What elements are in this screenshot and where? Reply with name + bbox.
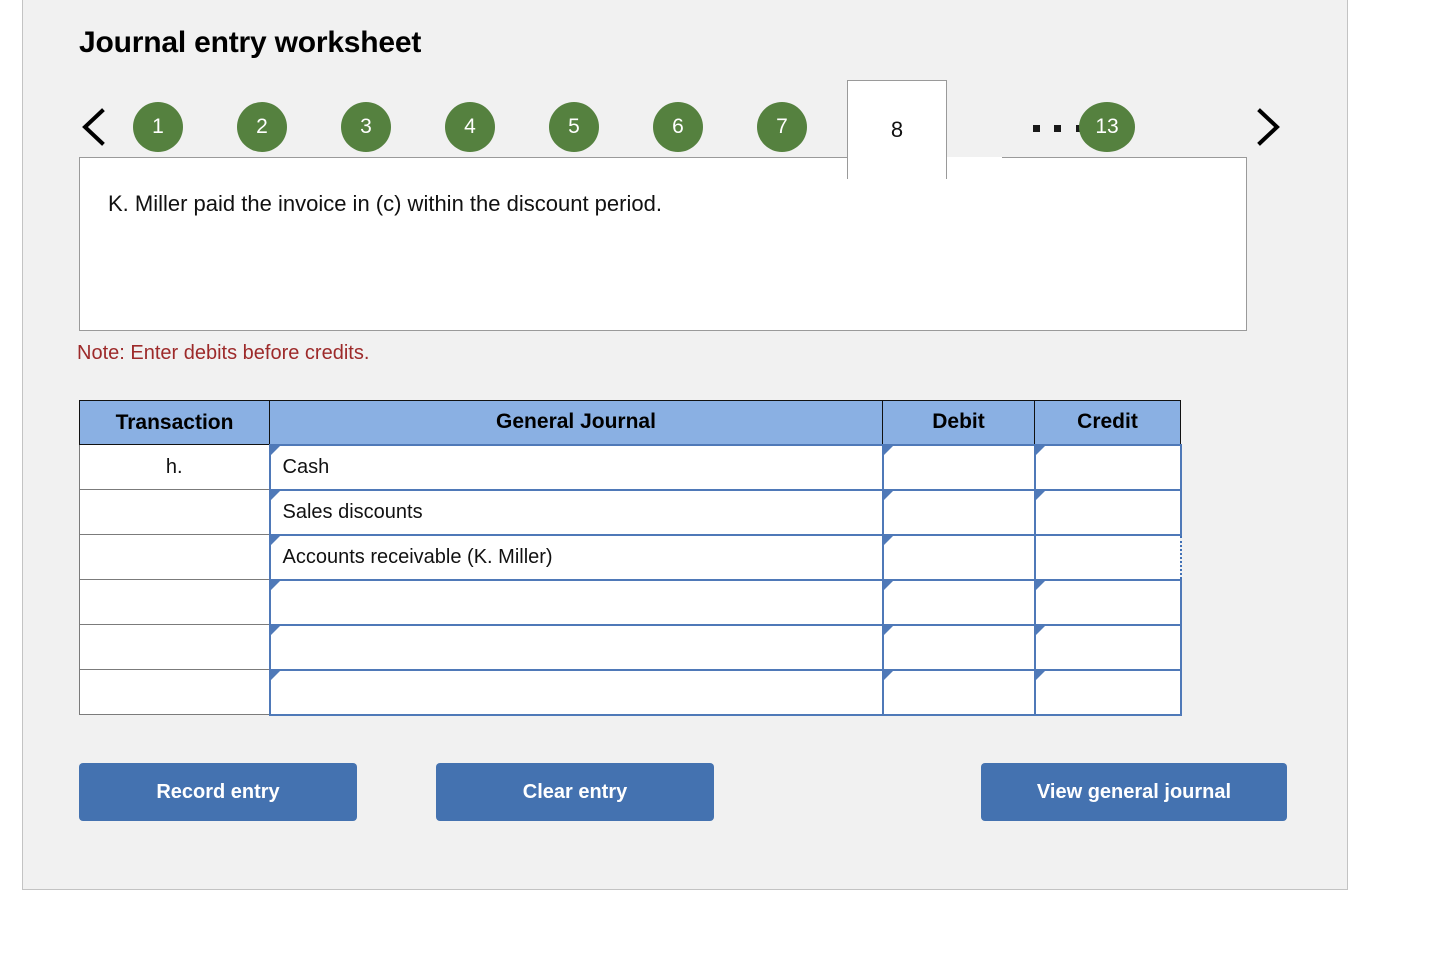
tab-13[interactable]: 13 — [1079, 102, 1135, 152]
chevron-right-icon — [1251, 104, 1285, 150]
dropdown-marker-icon — [271, 446, 280, 455]
transaction-cell — [79, 579, 270, 625]
transaction-cell: h. — [79, 444, 270, 490]
transaction-cell — [79, 534, 270, 580]
account-name: Cash — [282, 455, 330, 478]
column-header-credit: Credit — [1034, 400, 1181, 445]
table-row — [79, 578, 1182, 626]
debit-input[interactable] — [881, 668, 1036, 716]
general-journal-account-select[interactable]: Sales discounts — [268, 488, 884, 536]
transaction-prompt-panel: K. Miller paid the invoice in (c) within… — [79, 157, 1247, 331]
tab-label: 7 — [776, 115, 788, 138]
debit-input[interactable] — [881, 578, 1036, 626]
dropdown-marker-icon — [271, 581, 280, 590]
general-journal-account-select[interactable]: Cash — [268, 443, 884, 491]
tab-label: 13 — [1095, 115, 1119, 138]
account-name: Accounts receivable (K. Miller) — [282, 545, 553, 568]
dropdown-marker-icon — [1036, 626, 1045, 635]
tab-3[interactable]: 3 — [341, 102, 391, 152]
tab-label: 8 — [890, 117, 904, 142]
dropdown-marker-icon — [1036, 446, 1045, 455]
dropdown-marker-icon — [884, 626, 893, 635]
tab-6[interactable]: 6 — [653, 102, 703, 152]
ellipsis-dot — [1033, 124, 1040, 132]
tab-5[interactable]: 5 — [549, 102, 599, 152]
transaction-cell — [79, 624, 270, 670]
dropdown-marker-icon — [271, 626, 280, 635]
transaction-cell — [79, 489, 270, 535]
dropdown-marker-icon — [271, 491, 280, 500]
table-row — [79, 668, 1182, 716]
chevron-left-icon — [77, 104, 111, 150]
general-journal-account-select[interactable] — [268, 623, 884, 671]
tab-8-active[interactable]: 8 — [847, 80, 947, 179]
column-header-debit: Debit — [882, 400, 1035, 445]
general-journal-account-select[interactable] — [268, 668, 884, 716]
view-general-journal-button[interactable]: View general journal — [981, 763, 1287, 821]
dropdown-marker-icon — [884, 446, 893, 455]
journal-entry-worksheet-card: Journal entry worksheet 1 2 3 4 5 6 7 8 — [22, 0, 1348, 890]
dropdown-marker-icon — [884, 581, 893, 590]
column-header-transaction: Transaction — [79, 400, 270, 445]
dropdown-marker-icon — [884, 671, 893, 680]
page-title: Journal entry worksheet — [79, 26, 422, 59]
table-row — [79, 623, 1182, 671]
clear-entry-button[interactable]: Clear entry — [436, 763, 714, 821]
tab-2[interactable]: 2 — [237, 102, 287, 152]
credit-input[interactable] — [1033, 443, 1182, 491]
transaction-prompt-text: K. Miller paid the invoice in (c) within… — [108, 191, 662, 216]
general-journal-account-select[interactable]: Accounts receivable (K. Miller) — [268, 533, 884, 581]
tab-label: 5 — [568, 115, 580, 138]
column-header-general-journal: General Journal — [269, 400, 883, 445]
debits-before-credits-note: Note: Enter debits before credits. — [77, 342, 370, 364]
journal-entry-table: Transaction General Journal Debit Credit… — [79, 400, 1182, 716]
table-header-row: Transaction General Journal Debit Credit — [79, 400, 1181, 445]
table-row: Accounts receivable (K. Miller) — [79, 533, 1182, 581]
credit-input[interactable] — [1033, 623, 1182, 671]
transaction-cell — [79, 669, 270, 715]
next-tab-button[interactable] — [1251, 104, 1285, 150]
tab-4[interactable]: 4 — [445, 102, 495, 152]
dropdown-marker-icon — [1036, 671, 1045, 680]
credit-input[interactable] — [1033, 578, 1182, 626]
tab-label: 6 — [672, 115, 684, 138]
debit-input[interactable] — [881, 623, 1036, 671]
table-row: Sales discounts — [79, 488, 1182, 536]
table-row: h. Cash — [79, 443, 1182, 491]
credit-input[interactable] — [1033, 488, 1182, 536]
record-entry-button[interactable]: Record entry — [79, 763, 357, 821]
debit-input[interactable] — [881, 443, 1036, 491]
credit-input-focused[interactable] — [1033, 533, 1182, 581]
dropdown-marker-icon — [1036, 491, 1045, 500]
previous-tab-button[interactable] — [77, 104, 111, 150]
debit-input[interactable] — [881, 533, 1036, 581]
tab-1[interactable]: 1 — [133, 102, 183, 152]
ellipsis-dot — [1054, 124, 1062, 132]
dropdown-marker-icon — [271, 536, 280, 545]
debit-input[interactable] — [881, 488, 1036, 536]
tab-label: 3 — [360, 115, 372, 138]
dropdown-marker-icon — [884, 491, 893, 500]
tab-7[interactable]: 7 — [757, 102, 807, 152]
account-name: Sales discounts — [282, 500, 423, 523]
credit-input[interactable] — [1033, 668, 1182, 716]
dropdown-marker-icon — [884, 536, 893, 545]
tab-label: 4 — [464, 115, 476, 138]
dropdown-marker-icon — [271, 671, 280, 680]
tab-label: 1 — [152, 115, 164, 138]
tab-label: 2 — [256, 115, 268, 138]
dropdown-marker-icon — [1036, 581, 1045, 590]
general-journal-account-select[interactable] — [268, 578, 884, 626]
